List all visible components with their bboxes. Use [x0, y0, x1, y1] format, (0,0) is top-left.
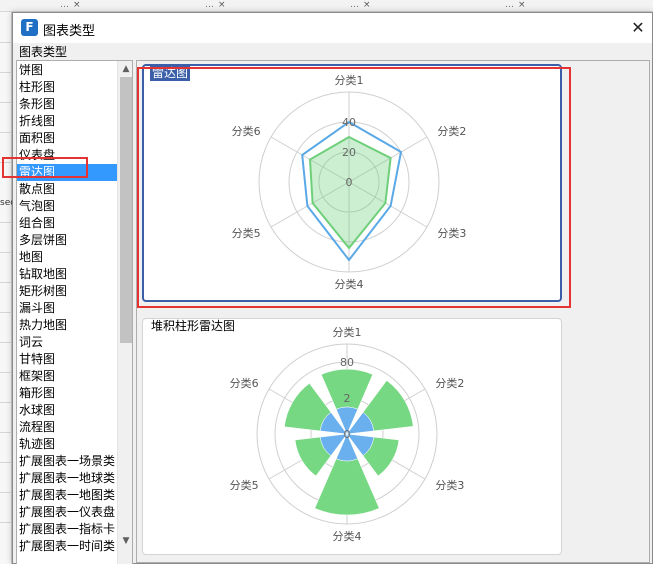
chart-type-item[interactable]: 水球图	[17, 402, 117, 419]
category-label: 分类2	[437, 124, 466, 138]
chart-type-item[interactable]: 词云	[17, 334, 117, 351]
chart-type-item[interactable]: 散点图	[17, 181, 117, 198]
chart-type-item[interactable]: 扩展图表一指标卡	[17, 521, 117, 538]
preview-card-stacked-radar[interactable]: 堆积柱形雷达图 0 2 80 分类1 分类2 分类3 分类4 分类5 分类6	[142, 318, 562, 555]
chart-type-dialog: F 图表类型 ✕ 图表类型 饼图 柱形图 条形图 折线图 面积图 仪表盘 雷达图 散点图 气泡图…	[12, 12, 653, 564]
scroll-down-icon[interactable]: ▼	[118, 533, 132, 549]
chart-type-item[interactable]: 箱形图	[17, 385, 117, 402]
category-label: 分类2	[435, 376, 464, 390]
radial-tick-label: 40	[342, 116, 356, 129]
dialog-titlebar: F 图表类型 ✕	[13, 13, 652, 43]
stacked-bar-segment	[314, 458, 380, 516]
category-label: 分类6	[232, 124, 261, 138]
background-sidebar: sec	[0, 12, 15, 564]
category-label: 分类5	[230, 478, 259, 492]
radial-tick-label: 0	[346, 176, 353, 189]
preview-card-radar[interactable]: 雷达图 0 20 40 分类1 分类2 分类3 分类4 分类5 分类6	[142, 64, 562, 302]
radar-chart: 0 20 40 分类1 分类2 分类3 分类4 分类5 分类6	[232, 73, 467, 291]
chart-type-item[interactable]: 流程图	[17, 419, 117, 436]
chart-type-item[interactable]: 仪表盘	[17, 147, 117, 164]
chart-type-item[interactable]: 组合图	[17, 215, 117, 232]
background-tab-strip: … × … × … × … ×	[0, 0, 653, 12]
chart-type-item[interactable]: 条形图	[17, 96, 117, 113]
background-tab: … ×	[205, 0, 226, 10]
chart-type-list[interactable]: 饼图 柱形图 条形图 折线图 面积图 仪表盘 雷达图 散点图 气泡图 组合图 多层饼图 地图 钻取地图矩…	[16, 60, 133, 564]
chart-type-item[interactable]: 矩形树图	[17, 283, 117, 300]
chart-type-item[interactable]: 饼图	[17, 62, 117, 79]
category-label: 分类1	[335, 73, 364, 87]
chart-type-item[interactable]: 扩展图表一仪表盘	[17, 504, 117, 521]
chart-type-item[interactable]: 柱形图	[17, 79, 117, 96]
category-label: 分类4	[335, 277, 364, 291]
category-label: 分类4	[333, 529, 362, 543]
scroll-up-icon[interactable]: ▲	[118, 61, 132, 77]
background-tab: … ×	[505, 0, 526, 10]
chart-type-item[interactable]: 钻取地图	[17, 266, 117, 283]
scrollbar-thumb[interactable]	[120, 77, 132, 343]
section-label: 图表类型	[19, 45, 68, 59]
close-button[interactable]: ✕	[626, 16, 650, 40]
chart-type-item[interactable]: 面积图	[17, 130, 117, 147]
category-label: 分类3	[435, 478, 464, 492]
list-scrollbar[interactable]: ▲ ▼	[117, 61, 132, 564]
chart-type-item[interactable]: 多层饼图	[17, 232, 117, 249]
category-label: 分类1	[333, 325, 362, 339]
chart-type-item[interactable]: 扩展图表一场景类	[17, 453, 117, 470]
chart-type-item[interactable]: 扩展图表一时间类	[17, 538, 117, 555]
stacked-bar-radar-chart: 0 2 80 分类1 分类2 分类3 分类4 分类5 分类6	[230, 325, 465, 543]
chart-type-item[interactable]: 热力地图	[17, 317, 117, 334]
chart-type-item[interactable]: 雷达图	[17, 164, 117, 181]
chart-type-item[interactable]: 折线图	[17, 113, 117, 130]
background-tab: … ×	[60, 0, 81, 10]
category-label: 分类6	[230, 376, 259, 390]
chart-type-item[interactable]: 气泡图	[17, 198, 117, 215]
chart-type-item[interactable]: 漏斗图	[17, 300, 117, 317]
chart-type-item[interactable]: 扩展图表一地球类	[17, 470, 117, 487]
category-label: 分类5	[232, 226, 261, 240]
chart-preview-area: 雷达图 0 20 40 分类1 分类2 分类3 分类4 分类5 分类6 堆积柱形雷达图 0 2 80…	[136, 60, 650, 563]
chart-type-item[interactable]: 扩展图表一地图类	[17, 487, 117, 504]
radial-tick-label: 80	[340, 356, 354, 369]
radial-tick-label: 0	[344, 428, 351, 441]
dialog-title: 图表类型	[43, 24, 96, 39]
radial-tick-label: 20	[342, 146, 356, 159]
chart-type-item[interactable]: 框架图	[17, 368, 117, 385]
chart-type-item[interactable]: 地图	[17, 249, 117, 266]
chart-type-item[interactable]: 轨迹图	[17, 436, 117, 453]
category-label: 分类3	[437, 226, 466, 240]
background-tab: … ×	[350, 0, 371, 10]
app-logo-icon: F	[21, 19, 38, 36]
radial-tick-label: 2	[344, 392, 351, 405]
chart-type-item[interactable]: 甘特图	[17, 351, 117, 368]
